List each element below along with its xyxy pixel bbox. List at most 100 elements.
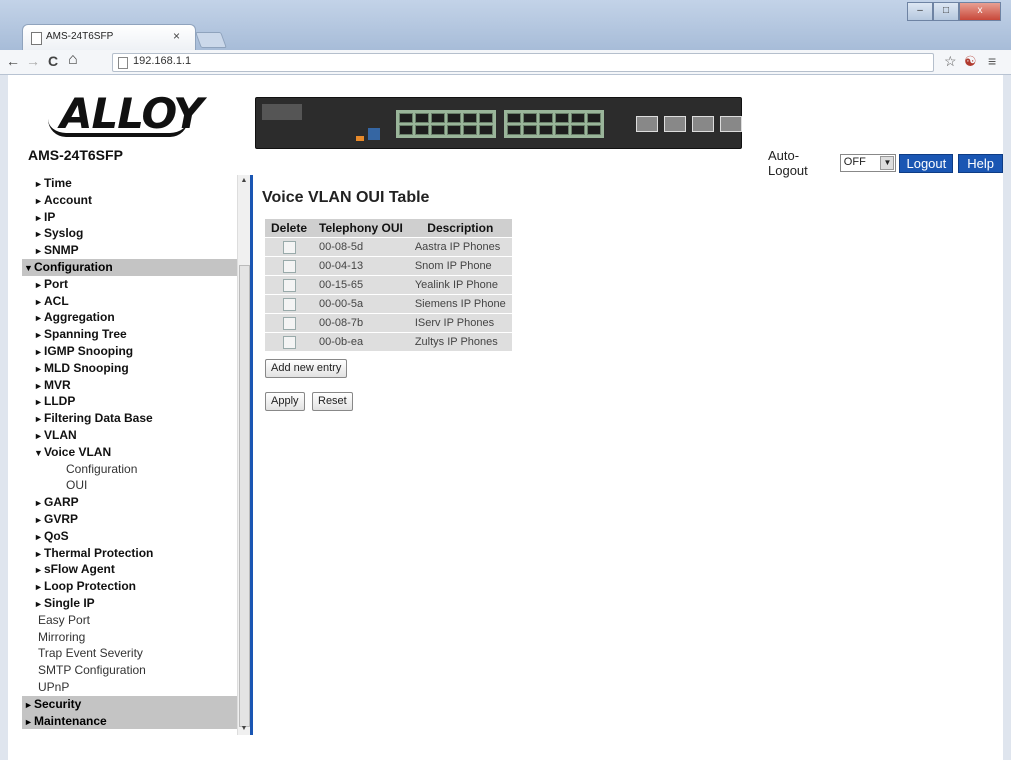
collapsed-arrow-icon: ► [24, 716, 33, 727]
help-button[interactable]: Help [958, 153, 1003, 173]
sidebar-item-label: Security [34, 696, 82, 711]
sidebar-item-ip[interactable]: ►IP [22, 209, 237, 226]
sidebar-item-easy-port[interactable]: Easy Port [22, 612, 237, 629]
forward-icon[interactable]: → [26, 53, 40, 69]
sidebar-item-maintenance[interactable]: ►Maintenance [22, 712, 237, 730]
page-icon [118, 57, 128, 69]
oui-cell: 00-0b-ea [313, 333, 409, 351]
back-icon[interactable]: ← [6, 53, 20, 69]
menu-icon[interactable]: ≡ [988, 53, 996, 69]
sidebar-item-label: sFlow Agent [44, 562, 115, 577]
collapsed-arrow-icon: ► [34, 380, 43, 391]
description-cell: Aastra IP Phones [408, 238, 512, 256]
new-tab-button[interactable] [195, 32, 227, 48]
sidebar-item-igmp-snooping[interactable]: ►IGMP Snooping [22, 343, 237, 360]
delete-cell [265, 333, 314, 351]
description-cell: Yealink IP Phone [408, 276, 512, 294]
delete-checkbox[interactable] [282, 278, 296, 292]
collapsed-arrow-icon: ► [34, 296, 43, 307]
switch-front-panel-image [255, 97, 742, 149]
delete-checkbox[interactable] [282, 335, 296, 349]
table-row: 00-0b-ea Zultys IP Phones [265, 333, 512, 351]
sidebar-item-gvrp[interactable]: ►GVRP [22, 511, 237, 528]
collapsed-arrow-icon: ► [34, 246, 43, 257]
table-row: 00-08-7b IServ IP Phones [265, 314, 512, 332]
collapsed-arrow-icon: ► [34, 212, 43, 223]
oui-cell: 00-00-5a [313, 295, 409, 313]
sidebar-item-aggregation[interactable]: ►Aggregation [22, 309, 237, 326]
sidebar-item-acl[interactable]: ►ACL [22, 293, 237, 310]
sidebar-item-thermal-protection[interactable]: ►Thermal Protection [22, 545, 237, 562]
sidebar-item-mirroring[interactable]: Mirroring [22, 629, 237, 646]
sidebar-item-filtering-data-base[interactable]: ►Filtering Data Base [22, 410, 237, 427]
collapsed-arrow-icon: ► [34, 313, 43, 324]
sidebar-item-label: MLD Snooping [44, 360, 129, 375]
table-row: 00-04-13 Snom IP Phone [265, 257, 512, 275]
sidebar-item-voice-vlan[interactable]: ▼Voice VLAN [22, 444, 237, 461]
scroll-up-icon[interactable]: ▲ [238, 175, 250, 187]
sidebar-item-syslog[interactable]: ►Syslog [22, 225, 237, 242]
sidebar-item-mvr[interactable]: ►MVR [22, 377, 237, 394]
sidebar-item-account[interactable]: ►Account [22, 192, 237, 209]
sidebar-item-snmp[interactable]: ►SNMP [22, 242, 237, 259]
sidebar-item-oui[interactable]: OUI [22, 477, 237, 494]
browser-tab[interactable]: AMS-24T6SFP × [22, 24, 196, 50]
description-cell: IServ IP Phones [408, 314, 512, 332]
sidebar-item-upnp[interactable]: UPnP [22, 679, 237, 696]
sidebar-item-time[interactable]: ►Time [22, 175, 237, 192]
scroll-thumb[interactable] [239, 265, 250, 727]
delete-checkbox[interactable] [282, 240, 296, 254]
sidebar-item-qos[interactable]: ►QoS [22, 528, 237, 545]
scroll-down-icon[interactable]: ▼ [238, 723, 250, 735]
sidebar-item-vlan[interactable]: ►VLAN [22, 427, 237, 444]
sidebar-item-single-ip[interactable]: ►Single IP [22, 595, 237, 612]
collapsed-arrow-icon: ► [34, 514, 43, 525]
sidebar-item-label: Configuration [66, 461, 138, 476]
maximize-button[interactable]: □ [933, 2, 959, 21]
sidebar-item-configuration[interactable]: Configuration [22, 461, 237, 478]
url-text: 192.168.1.1 [133, 55, 192, 67]
reload-icon[interactable]: C [48, 53, 58, 69]
column-header-description: Description [408, 219, 512, 237]
apply-button[interactable]: Apply [265, 392, 305, 411]
delete-checkbox[interactable] [282, 259, 296, 273]
page-icon [31, 32, 42, 45]
extension-icon[interactable]: ☯ [964, 53, 977, 70]
auto-logout-select[interactable]: OFF ▼ [839, 154, 897, 172]
oui-cell: 00-04-13 [313, 257, 409, 275]
sidebar-item-spanning-tree[interactable]: ►Spanning Tree [22, 326, 237, 343]
expanded-arrow-icon: ▼ [24, 262, 33, 273]
sidebar-item-label: SNMP [44, 243, 79, 258]
sidebar-item-loop-protection[interactable]: ►Loop Protection [22, 578, 237, 595]
sidebar-item-trap-event-severity[interactable]: Trap Event Severity [22, 645, 237, 662]
sidebar-scrollbar[interactable]: ▲ ▼ [237, 175, 250, 735]
sidebar-item-lldp[interactable]: ►LLDP [22, 393, 237, 410]
minimize-button[interactable]: – [907, 2, 933, 21]
delete-checkbox[interactable] [282, 297, 296, 311]
collapsed-arrow-icon: ► [34, 548, 43, 559]
sidebar-item-smtp-configuration[interactable]: SMTP Configuration [22, 662, 237, 679]
switch-led [356, 136, 364, 141]
reset-button[interactable]: Reset [312, 392, 353, 411]
sidebar-item-mld-snooping[interactable]: ►MLD Snooping [22, 360, 237, 377]
sidebar-item-security[interactable]: ►Security [22, 695, 237, 713]
home-icon[interactable]: ⌂ [68, 51, 78, 69]
close-window-button[interactable]: x [959, 2, 1001, 21]
address-bar[interactable]: 192.168.1.1 [112, 53, 934, 72]
sidebar-item-label: VLAN [44, 427, 77, 442]
sidebar-item-port[interactable]: ►Port [22, 276, 237, 293]
alloy-logo: ALLOY [48, 89, 204, 138]
sidebar-item-label: Time [44, 176, 72, 190]
logout-button[interactable]: Logout [899, 153, 954, 173]
sidebar-item-configuration[interactable]: ▼Configuration [22, 258, 237, 276]
bookmark-star-icon[interactable]: ☆ [944, 53, 957, 70]
sidebar-item-label: SMTP Configuration [38, 663, 146, 678]
add-new-entry-button[interactable]: Add new entry [265, 359, 348, 378]
sidebar-item-label: OUI [66, 478, 88, 493]
delete-checkbox[interactable] [282, 316, 296, 330]
sidebar-item-label: Port [44, 276, 68, 291]
sidebar-item-label: IGMP Snooping [44, 343, 134, 358]
sidebar-item-garp[interactable]: ►GARP [22, 494, 237, 511]
sidebar-item-sflow-agent[interactable]: ►sFlow Agent [22, 561, 237, 578]
close-tab-icon[interactable]: × [173, 29, 180, 43]
